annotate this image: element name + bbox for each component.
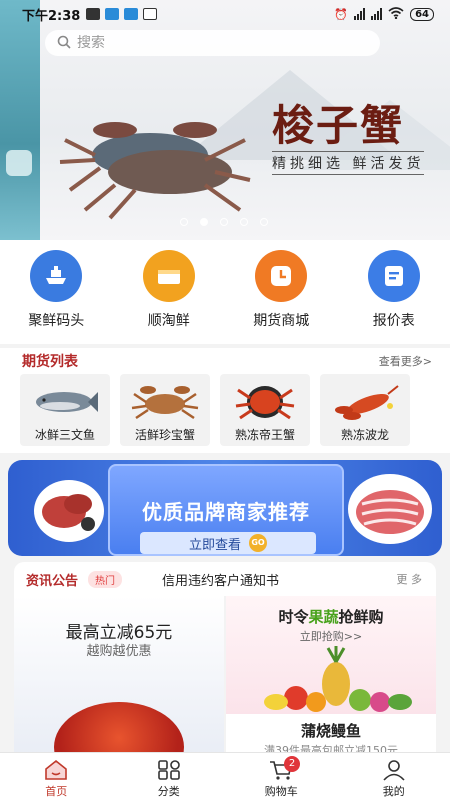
battery-indicator: 64 bbox=[410, 7, 434, 21]
status-indicators: ⏰ 64 bbox=[334, 6, 434, 22]
view-now-label: 立即查看 bbox=[188, 537, 241, 553]
promo-card-discount[interactable]: 最高立减65元 越购越优惠 bbox=[14, 596, 224, 756]
product-card-king-crab[interactable]: 熟冻帝王蟹 bbox=[220, 374, 310, 446]
go-icon: GO bbox=[249, 534, 267, 552]
tab-profile[interactable]: 我的 bbox=[338, 753, 450, 800]
app-screen: 梭子蟹 精挑细选 鲜活发货 下午2:38 ⏰ 64 搜索 聚鲜码头 顺淘鲜 期货… bbox=[0, 0, 450, 800]
quick-nav-label: 聚鲜码头 bbox=[28, 313, 85, 329]
app-notification-icon bbox=[143, 8, 158, 20]
quick-nav-label: 报价表 bbox=[372, 313, 415, 329]
brand-card: 优质品牌商家推荐 立即查看 GO bbox=[108, 464, 344, 556]
fruit-basket-image bbox=[264, 646, 412, 712]
carousel-indicator bbox=[180, 218, 268, 226]
user-icon bbox=[383, 760, 405, 781]
news-title: 资讯公告 bbox=[26, 573, 79, 589]
futures-list: 冰鲜三文鱼 活鲜珍宝蟹 熟冻帝王蟹 熟冻波龙 bbox=[0, 370, 450, 446]
tab-cart[interactable]: 2 购物车 bbox=[225, 753, 338, 800]
quick-nav-item-price-list[interactable]: 报价表 bbox=[338, 240, 450, 344]
document-icon bbox=[367, 250, 420, 302]
product-label: 活鲜珍宝蟹 bbox=[134, 428, 195, 442]
salmon-image bbox=[36, 392, 98, 412]
search-input[interactable] bbox=[77, 35, 357, 51]
view-now-button[interactable]: 立即查看 GO bbox=[140, 532, 316, 554]
category-icon bbox=[157, 760, 180, 780]
fruit-promo-highlight: 果蔬 bbox=[308, 608, 339, 626]
search-bar[interactable] bbox=[45, 30, 380, 56]
tab-label: 购物车 bbox=[264, 785, 298, 798]
stationery-icon bbox=[142, 250, 195, 302]
lobster-image bbox=[335, 385, 399, 420]
carousel-dot-active[interactable] bbox=[200, 218, 208, 226]
product-name: 蒲烧鳗鱼 bbox=[300, 722, 361, 740]
crab-image bbox=[131, 386, 199, 420]
futures-header: 期货列表 查看更多> bbox=[0, 348, 450, 370]
signal-icon bbox=[354, 8, 366, 20]
fruit-promo-area: 时令果蔬抢鲜购 立即抢购>> bbox=[226, 596, 436, 714]
beef-slices-image bbox=[348, 474, 432, 544]
quick-nav-label: 期货商城 bbox=[253, 313, 310, 329]
ship-icon bbox=[30, 250, 83, 302]
carousel-dot[interactable] bbox=[220, 218, 228, 226]
news-more-link[interactable]: 更 多 bbox=[397, 571, 423, 587]
brand-recommend-banner[interactable]: 优质品牌商家推荐 立即查看 GO bbox=[8, 460, 442, 556]
fruit-promo-link[interactable]: 立即抢购>> bbox=[226, 628, 436, 644]
clock-icon bbox=[255, 250, 308, 302]
futures-section: 期货列表 查看更多> 冰鲜三文鱼 活鲜珍宝蟹 熟冻帝王蟹 熟冻波龙 bbox=[0, 348, 450, 453]
message-icon bbox=[86, 8, 101, 20]
hot-badge: 热门 bbox=[88, 570, 123, 588]
meat-plate-image bbox=[34, 480, 104, 542]
carousel-dot[interactable] bbox=[240, 218, 248, 226]
quick-nav-item-shuntaoxian[interactable]: 顺淘鲜 bbox=[113, 240, 226, 344]
king-crab-image bbox=[235, 386, 295, 420]
bottom-tab-bar: 首页 分类 2 购物车 我的 bbox=[0, 752, 450, 800]
news-announcement-bar[interactable]: 资讯公告 热门 信用违约客户通知书 更 多 bbox=[14, 562, 436, 596]
brand-title: 优质品牌商家推荐 bbox=[142, 500, 310, 524]
product-label: 冰鲜三文鱼 bbox=[34, 428, 95, 442]
signal-icon bbox=[371, 8, 383, 20]
alarm-icon: ⏰ bbox=[334, 7, 349, 21]
tab-label: 分类 bbox=[157, 785, 180, 798]
tab-category[interactable]: 分类 bbox=[113, 753, 226, 800]
futures-title: 期货列表 bbox=[22, 354, 78, 370]
fruit-promo-headline: 时令果蔬抢鲜购 bbox=[226, 606, 436, 627]
tab-label: 首页 bbox=[45, 785, 68, 798]
product-card-salmon[interactable]: 冰鲜三文鱼 bbox=[20, 374, 110, 446]
quick-nav-item-futures-mall[interactable]: 期货商城 bbox=[225, 240, 338, 344]
app-notification-icon bbox=[105, 8, 120, 20]
cart-badge: 2 bbox=[284, 756, 300, 772]
quick-nav: 聚鲜码头 顺淘鲜 期货商城 报价表 bbox=[0, 240, 450, 344]
tab-home[interactable]: 首页 bbox=[0, 753, 113, 800]
banner-title: 梭子蟹 bbox=[272, 101, 405, 150]
carousel-dot[interactable] bbox=[180, 218, 188, 226]
tab-label: 我的 bbox=[382, 785, 405, 798]
crab-image bbox=[59, 122, 251, 220]
fruit-promo-text-a: 时令 bbox=[278, 608, 309, 626]
status-time: 下午2:38 bbox=[22, 8, 81, 24]
promo-card-fruit[interactable]: 时令果蔬抢鲜购 立即抢购>> 蒲烧鳗鱼 满39件最高包邮立减150元 bbox=[226, 596, 436, 756]
product-label: 熟冻波龙 bbox=[340, 428, 389, 442]
quick-nav-label: 顺淘鲜 bbox=[147, 313, 190, 329]
wifi-icon bbox=[388, 6, 404, 22]
promo-subline: 越购越优惠 bbox=[86, 644, 152, 659]
news-headline[interactable]: 信用违约客户通知书 bbox=[162, 570, 279, 589]
carousel-dot[interactable] bbox=[260, 218, 268, 226]
product-card-boston-lobster[interactable]: 熟冻波龙 bbox=[320, 374, 410, 446]
product-card-dungeness-crab[interactable]: 活鲜珍宝蟹 bbox=[120, 374, 210, 446]
home-icon bbox=[45, 759, 68, 780]
status-bar: 下午2:38 ⏰ 64 bbox=[0, 0, 450, 28]
search-icon bbox=[57, 34, 71, 53]
futures-more-link[interactable]: 查看更多> bbox=[379, 353, 432, 369]
king-crab-image bbox=[54, 702, 184, 756]
product-label: 熟冻帝王蟹 bbox=[234, 428, 295, 442]
quick-nav-item-dock[interactable]: 聚鲜码头 bbox=[0, 240, 113, 344]
banner-prev-slide-edge bbox=[0, 0, 40, 240]
banner-subtitle: 精挑细选 鲜活发货 bbox=[272, 151, 425, 175]
fruit-promo-text-c: 抢鲜购 bbox=[338, 608, 384, 626]
app-notification-icon bbox=[124, 8, 139, 20]
